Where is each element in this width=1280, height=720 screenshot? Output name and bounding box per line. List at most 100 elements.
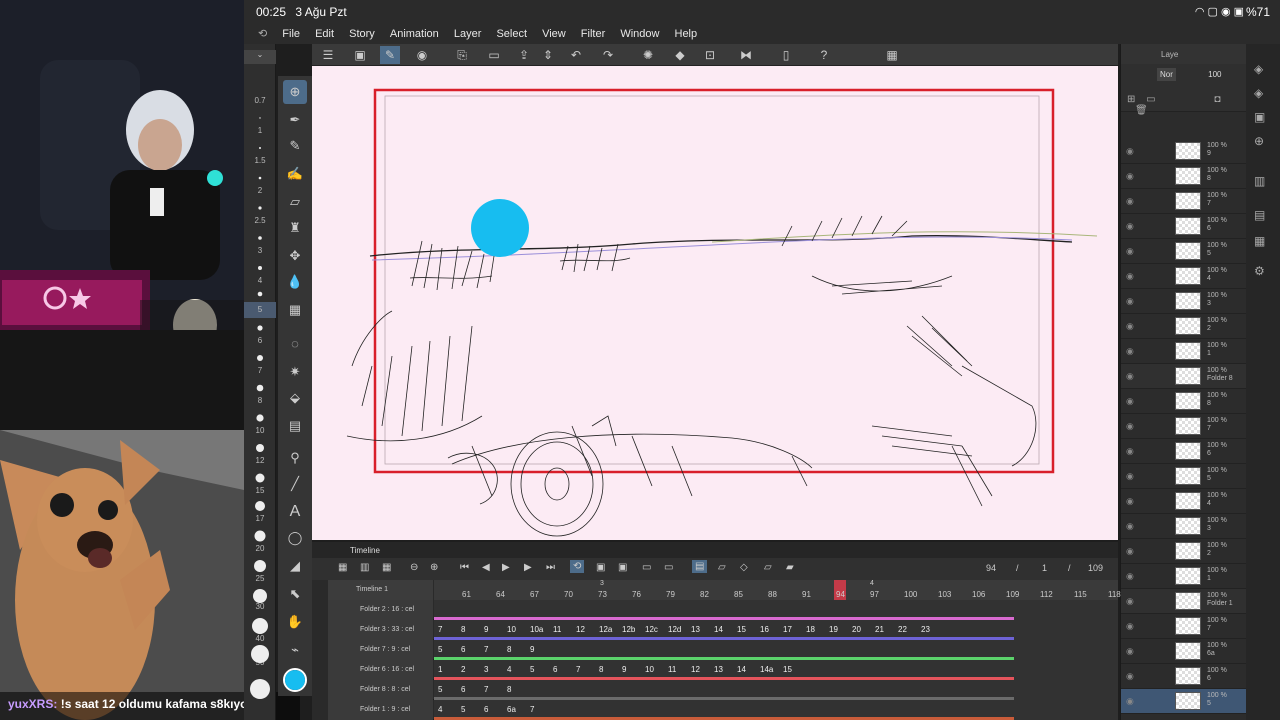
- eye-icon[interactable]: ◉: [1126, 196, 1134, 207]
- timeline-track[interactable]: ◉Folder 8 : 8 : cel5678: [328, 680, 1118, 700]
- eye-icon[interactable]: ◉: [1126, 271, 1134, 282]
- blend-tool-icon[interactable]: 💧: [283, 270, 307, 294]
- main-color-swatch[interactable]: [283, 668, 307, 692]
- layer-row[interactable]: ◉ 100 % 5: [1121, 464, 1247, 489]
- search-panel-icon[interactable]: ⊕: [1254, 134, 1264, 148]
- menu-view[interactable]: View: [536, 25, 572, 43]
- track-frames[interactable]: 5 6 7 8: [434, 680, 1118, 700]
- cel-label[interactable]: 7: [438, 625, 442, 634]
- layers-icon[interactable]: ◈: [1254, 62, 1263, 76]
- cel-label[interactable]: 21: [875, 625, 884, 634]
- cel-label[interactable]: 12b: [622, 625, 635, 634]
- cel-label[interactable]: 6: [461, 645, 465, 654]
- trash-icon[interactable]: 🗑: [1135, 105, 1148, 116]
- layer-row[interactable]: ◉ 100 % 7: [1121, 189, 1247, 214]
- timeline-track[interactable]: ◉Folder 7 : 9 : cel56789: [328, 640, 1118, 660]
- eye-icon[interactable]: ◉: [1126, 571, 1134, 582]
- ruler-tool-icon[interactable]: ▦: [283, 298, 307, 322]
- add-layer-icon[interactable]: ⊞: [1127, 94, 1135, 105]
- eye-icon[interactable]: ◉: [1126, 171, 1134, 182]
- cel-label[interactable]: 2: [461, 665, 465, 674]
- cel-label[interactable]: 6a: [507, 705, 516, 714]
- redo-icon[interactable]: ↷: [598, 46, 618, 64]
- eye-icon[interactable]: ◉: [1126, 496, 1134, 507]
- cel-label[interactable]: 10a: [530, 625, 543, 634]
- cel-label[interactable]: 13: [714, 665, 723, 674]
- layer-row[interactable]: ◉ 100 % Folder 8: [1121, 364, 1247, 389]
- hand-tool-icon[interactable]: ⊕: [283, 80, 307, 104]
- move-tool-icon[interactable]: ✥: [283, 244, 307, 268]
- cel-label[interactable]: 7: [530, 705, 534, 714]
- pan-tool-icon[interactable]: ✋: [283, 610, 307, 634]
- cel-label[interactable]: 10: [507, 625, 516, 634]
- color-panel-icon[interactable]: ▥: [1254, 174, 1265, 188]
- eye-icon[interactable]: ◉: [1126, 696, 1134, 707]
- track-name[interactable]: Folder 1 : 9 : cel: [328, 700, 433, 720]
- pencil-tool-icon[interactable]: ✎: [283, 134, 307, 158]
- timeline-track[interactable]: ◉Folder 1 : 9 : cel4566a7: [328, 700, 1118, 720]
- material-panel-icon[interactable]: ▤: [1254, 208, 1265, 222]
- timeline-track[interactable]: ◉Folder 6 : 16 : cel12345678910111213141…: [328, 660, 1118, 680]
- cel-label[interactable]: 9: [530, 645, 534, 654]
- track-frames[interactable]: 5 6 7 8 9: [434, 640, 1118, 660]
- cel-label[interactable]: 6: [484, 705, 488, 714]
- cel-label[interactable]: 7: [484, 685, 488, 694]
- properties-icon[interactable]: ◈: [1254, 86, 1263, 100]
- menu-file[interactable]: File: [276, 25, 306, 43]
- layer-row[interactable]: ◉ 100 % 4: [1121, 264, 1247, 289]
- cel-label[interactable]: 7: [484, 645, 488, 654]
- cel-label[interactable]: 14: [714, 625, 723, 634]
- settings-icon[interactable]: ⚙: [1254, 264, 1265, 278]
- eye-icon[interactable]: ◉: [1126, 146, 1134, 157]
- menu-select[interactable]: Select: [490, 25, 533, 43]
- mask-icon[interactable]: ◘: [1214, 94, 1220, 105]
- help-icon[interactable]: ?: [814, 46, 834, 64]
- cel-label[interactable]: 8: [507, 685, 511, 694]
- folder-icon[interactable]: ▭: [1146, 94, 1155, 105]
- cel-label[interactable]: 12a: [599, 625, 612, 634]
- layer-row[interactable]: ◉ 100 % 2: [1121, 314, 1247, 339]
- eye-icon[interactable]: ◉: [1126, 396, 1134, 407]
- cel-label[interactable]: 5: [530, 665, 534, 674]
- cel-label[interactable]: 14: [737, 665, 746, 674]
- loading-icon[interactable]: ✺: [638, 46, 658, 64]
- cel-label[interactable]: 7: [576, 665, 580, 674]
- cel-label[interactable]: 12d: [668, 625, 681, 634]
- layer-row[interactable]: ◉ 100 % 1: [1121, 564, 1247, 589]
- menu-animation[interactable]: Animation: [384, 25, 445, 43]
- cel-label[interactable]: 4: [507, 665, 511, 674]
- eye-icon[interactable]: ◉: [1126, 246, 1134, 257]
- cel-label[interactable]: 13: [691, 625, 700, 634]
- open-folder-icon[interactable]: ▭: [484, 46, 504, 64]
- eye-icon[interactable]: ◉: [1126, 646, 1134, 657]
- eraser-tool-icon[interactable]: ▱: [283, 190, 307, 214]
- cel-label[interactable]: 8: [507, 645, 511, 654]
- eye-icon[interactable]: ◉: [1126, 221, 1134, 232]
- menu-help[interactable]: Help: [669, 25, 704, 43]
- eye-icon[interactable]: ◉: [1126, 546, 1134, 557]
- brush-edit-icon[interactable]: ✎: [380, 46, 400, 64]
- menu-layer[interactable]: Layer: [448, 25, 488, 43]
- lasso-tool-icon[interactable]: ◌: [283, 332, 307, 356]
- device-icon[interactable]: ▯: [776, 46, 796, 64]
- track-name[interactable]: Folder 8 : 8 : cel: [328, 680, 433, 700]
- cel-label[interactable]: 6: [461, 685, 465, 694]
- eye-icon[interactable]: ◉: [1126, 371, 1134, 382]
- stamp-tool-icon[interactable]: ♜: [283, 216, 307, 240]
- new-file-icon[interactable]: ⎘: [452, 46, 472, 64]
- cel-label[interactable]: 20: [852, 625, 861, 634]
- track-frames[interactable]: [434, 600, 1118, 620]
- app-logo-icon[interactable]: ⟲: [244, 24, 273, 43]
- layer-row[interactable]: ◉ 100 % 1: [1121, 339, 1247, 364]
- cel-label[interactable]: 3: [484, 665, 488, 674]
- eye-icon[interactable]: ◉: [1126, 421, 1134, 432]
- layer-row[interactable]: ◉ 100 % 9: [1121, 139, 1247, 164]
- cel-label[interactable]: 6: [553, 665, 557, 674]
- cel-label[interactable]: 8: [461, 625, 465, 634]
- menu-story[interactable]: Story: [343, 25, 381, 43]
- layer-row[interactable]: ◉ 100 % 2: [1121, 539, 1247, 564]
- select-tool-icon[interactable]: ⬉: [283, 582, 307, 606]
- save-icon[interactable]: ⇪: [514, 46, 534, 64]
- timeline-track[interactable]: ◉Folder 3 : 33 : cel7891010a111212a12b12…: [328, 620, 1118, 640]
- layer-row[interactable]: ◉ 100 % 5: [1121, 689, 1247, 714]
